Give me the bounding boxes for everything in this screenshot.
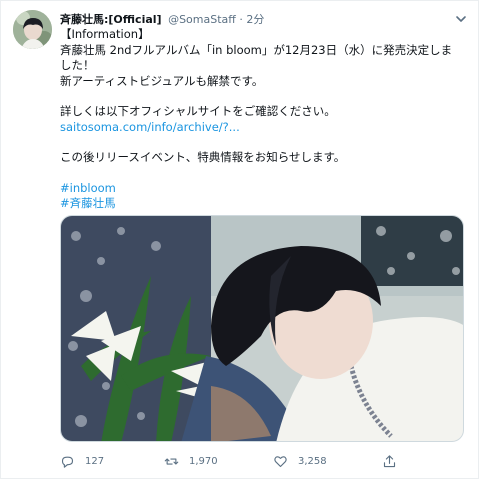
reply-button[interactable]: 127	[60, 451, 104, 471]
like-count: 3,258	[298, 455, 327, 467]
text-line: この後リリースイベント、特典情報をお知らせします。	[60, 150, 346, 164]
hashtag-inbloom[interactable]: #inbloom	[60, 181, 470, 197]
separator-dot: ·	[239, 13, 243, 26]
avatar[interactable]	[13, 10, 52, 49]
text-line: 詳しくは以下オフィシャルサイトをご確認ください。	[60, 104, 336, 118]
tweet[interactable]: 斉藤壮馬:[Official] @SomaStaff · 2分 【Informa…	[0, 0, 479, 479]
reply-icon	[61, 456, 74, 468]
text-line: した！	[60, 58, 95, 72]
text-line: 【Information】	[60, 27, 150, 41]
tweet-text: 【Information】 斉藤壮馬 2ndフルアルバム「in bloom」が1…	[60, 27, 470, 212]
user-handle[interactable]: @SomaStaff	[168, 13, 236, 26]
retweet-count: 1,970	[189, 455, 218, 467]
retweet-button[interactable]: 1,970	[164, 451, 218, 471]
heart-icon	[274, 455, 287, 467]
text-line: 新アーティストビジュアルも解禁です。	[60, 73, 264, 88]
retweet-icon	[164, 457, 179, 465]
text-line: 斉藤壮馬 2ndフルアルバム「in bloom」が12月23日（水）に発売決定し…	[60, 42, 453, 57]
display-name[interactable]: 斉藤壮馬:[Official]	[60, 13, 162, 26]
like-button[interactable]: 3,258	[273, 451, 327, 471]
share-icon	[383, 454, 396, 467]
website-link[interactable]: saitosoma.com/info/archive/?...	[60, 120, 470, 136]
hashtag-saitosoma[interactable]: #斉藤壮馬	[60, 196, 470, 212]
share-button[interactable]	[382, 451, 407, 471]
reply-count: 127	[85, 455, 105, 467]
tweet-actions: 127 1,970 3,258	[60, 451, 470, 473]
chevron-down-icon[interactable]	[452, 10, 470, 28]
timestamp[interactable]: 2分	[246, 13, 264, 26]
tweet-photo[interactable]	[60, 215, 464, 442]
